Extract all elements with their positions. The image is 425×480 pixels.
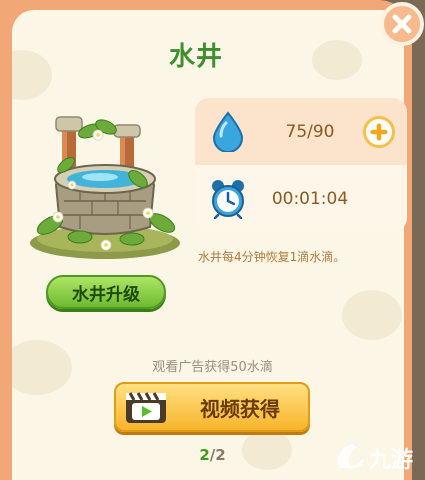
water-drop-icon xyxy=(212,111,244,152)
ad-count-current: 2 xyxy=(199,446,210,464)
well-stats-panel: 75/90 00:01:04 xyxy=(195,98,407,232)
add-water-button[interactable] xyxy=(363,116,395,148)
stone-well-illustration xyxy=(30,116,180,259)
timer-row: 00:01:04 xyxy=(195,165,407,232)
refill-description: 水井每4分钟恢复1滴水滴。 xyxy=(198,250,346,264)
paper-blob xyxy=(342,290,402,340)
water-row: 75/90 xyxy=(195,98,407,165)
game-screen: 水井 水井升级 75/90 00:01:04 水井每4分钟恢复1滴水滴。 观看广… xyxy=(0,0,425,480)
ad-count-total: 2 xyxy=(215,446,226,464)
dialog-title: 水井 xyxy=(168,42,223,72)
site-watermark-logo: 九游 xyxy=(338,444,413,473)
ad-reward-caption: 观看广告获得50水滴 xyxy=(152,360,273,375)
alarm-clock-icon xyxy=(212,180,244,219)
svg-text:九游: 九游 xyxy=(368,447,413,473)
video-clapper-icon xyxy=(126,392,166,423)
watch-video-label: 视频获得 xyxy=(200,396,280,421)
refill-timer: 00:01:04 xyxy=(271,188,349,209)
watch-video-button[interactable]: 视频获得 xyxy=(114,382,310,432)
water-count: 75/90 xyxy=(285,121,335,142)
well-upgrade-button[interactable]: 水井升级 xyxy=(46,275,166,309)
close-icon xyxy=(392,14,412,34)
close-button[interactable] xyxy=(380,2,424,46)
plus-icon xyxy=(370,123,388,141)
